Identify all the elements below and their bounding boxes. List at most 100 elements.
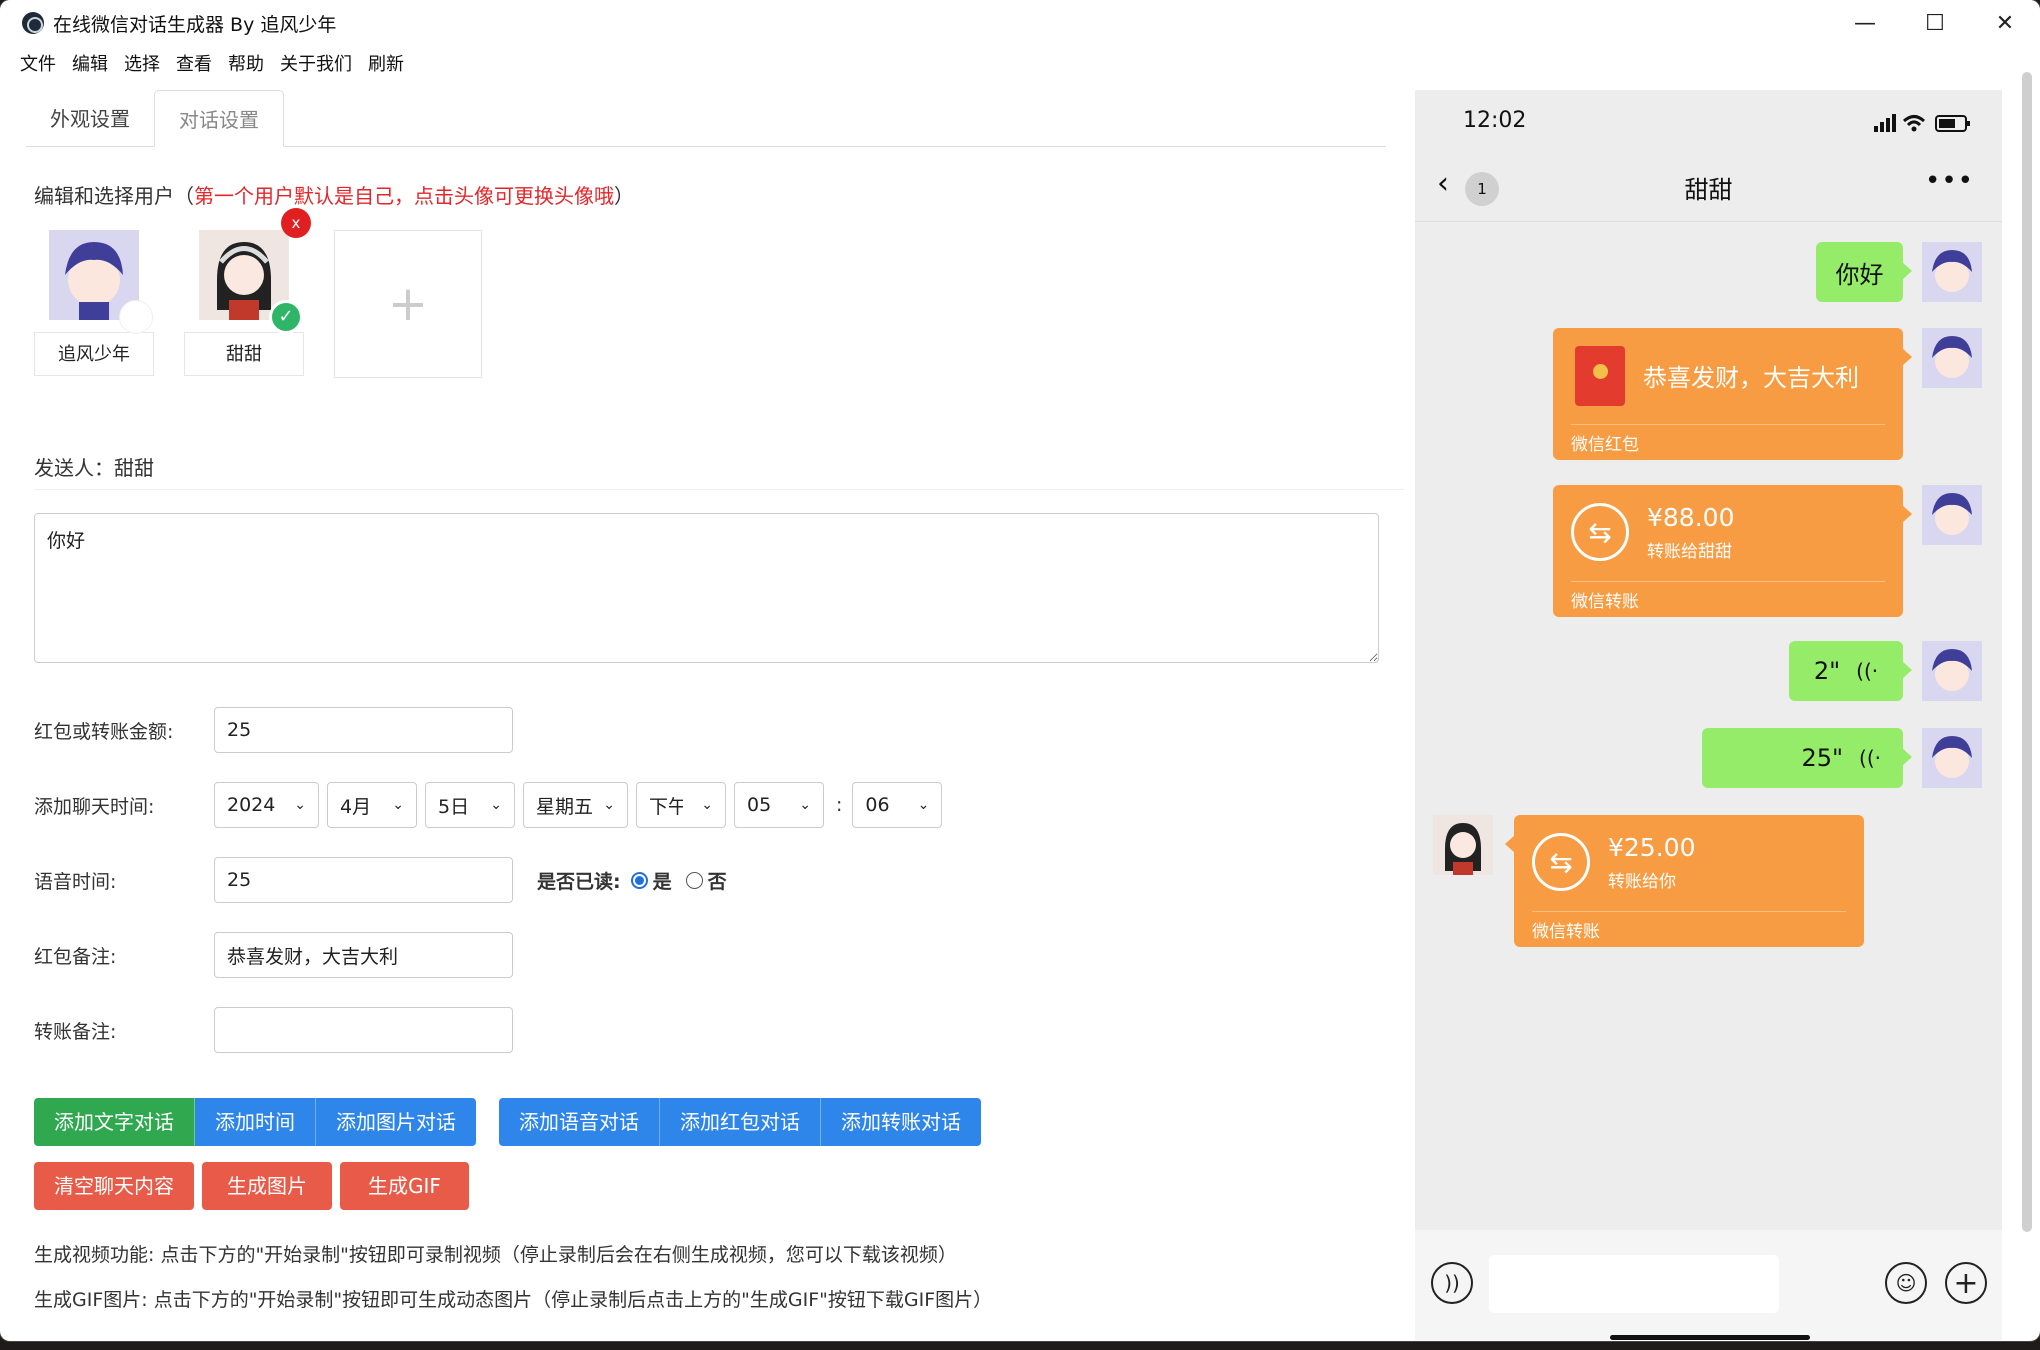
add-image-button[interactable]: 添加图片对话 <box>316 1098 476 1146</box>
radio-dot <box>685 871 703 889</box>
select-circle[interactable] <box>119 300 153 334</box>
hongbao-message: 恭喜发财，大吉大利 微信红包 <box>1553 328 1912 460</box>
avatar <box>1433 815 1493 875</box>
chat-title: 甜甜 <box>1684 176 1733 204</box>
transfer-amount: ¥25.00 <box>1608 833 1696 862</box>
avatar-boy-icon <box>1922 641 1982 701</box>
avatar-boy-icon <box>1922 328 1982 388</box>
avatar[interactable] <box>49 230 153 334</box>
minimize-button[interactable]: — <box>1830 0 1900 46</box>
tab-appearance[interactable]: 外观设置 <box>26 90 154 147</box>
status-icons <box>1874 114 1970 132</box>
chat-header: ‹ 1 甜甜 ••• <box>1415 152 2002 222</box>
ampm-select[interactable]: 下午 ⌄ <box>636 782 726 828</box>
emoji-icon[interactable]: ☺ <box>1885 1262 1927 1304</box>
minute-select[interactable]: 06 ⌄ <box>852 782 943 828</box>
app-window: 在线微信对话生成器 By 追风少年 — ☐ ✕ 文件 编辑 选择 查看 帮助 关… <box>0 0 2040 1341</box>
transfer-amount: ¥88.00 <box>1647 503 1735 532</box>
time-label: 添加聊天时间: <box>34 795 155 818</box>
day-select[interactable]: 5日 ⌄ <box>425 782 515 828</box>
add-user-button[interactable]: + <box>334 230 482 378</box>
user-name: 甜甜 <box>184 332 304 376</box>
minute-value: 06 <box>865 794 890 816</box>
hongbao-note-row: 红包备注: <box>34 932 513 978</box>
close-button[interactable]: ✕ <box>1970 0 2040 46</box>
year-value: 2024 <box>227 794 276 816</box>
user-card[interactable]: x ✓ 甜甜 <box>184 208 311 376</box>
add-hongbao-button[interactable]: 添加红包对话 <box>660 1098 821 1146</box>
transfer-note-row: 转账备注: <box>34 1007 513 1053</box>
user-list: 追风少年 x ✓ 甜甜 + <box>34 208 1404 490</box>
avatar <box>1922 328 1982 388</box>
clear-chat-button[interactable]: 清空聊天内容 <box>34 1162 194 1210</box>
hour-select[interactable]: 05 ⌄ <box>734 782 824 828</box>
gif-info: 生成GIF图片: 点击下方的"开始录制"按钮即可生成动态图片（停止录制后点击上方… <box>34 1289 993 1311</box>
chevron-down-icon: ⌄ <box>701 797 713 813</box>
menu-file[interactable]: 文件 <box>20 50 56 76</box>
hongbao-note-input[interactable] <box>214 932 513 978</box>
transfer-note-input[interactable] <box>214 1007 513 1053</box>
avatar <box>1922 242 1982 302</box>
voice-row: 语音时间: 是否已读: 是 否 <box>34 857 727 903</box>
add-text-button[interactable]: 添加文字对话 <box>34 1098 195 1146</box>
menu-edit[interactable]: 编辑 <box>72 50 108 76</box>
maximize-button[interactable]: ☐ <box>1900 0 1970 46</box>
generate-image-button[interactable]: 生成图片 <box>202 1162 332 1210</box>
phone-clock: 12:02 <box>1463 108 1527 133</box>
avatar[interactable]: x ✓ <box>199 208 311 334</box>
transfer-note-label: 转账备注: <box>34 1020 117 1043</box>
radio-dot <box>630 871 648 889</box>
chat-input-field[interactable] <box>1489 1255 1779 1313</box>
voice-input-icon[interactable]: )) <box>1431 1262 1473 1304</box>
user-card[interactable]: 追风少年 <box>34 230 154 376</box>
read-yes-radio[interactable]: 是 <box>630 867 672 894</box>
hongbao-note-label: 红包备注: <box>34 945 117 968</box>
text-message: 你好 <box>1816 242 1912 302</box>
day-value: 5日 <box>438 795 470 818</box>
weekday-value: 星期五 <box>536 795 594 818</box>
month-select[interactable]: 4月 ⌄ <box>327 782 417 828</box>
chevron-down-icon: ⌄ <box>603 797 615 813</box>
divider <box>1571 581 1885 582</box>
amount-input[interactable] <box>214 707 513 753</box>
sender-name: 甜甜 <box>114 456 154 480</box>
divider <box>1571 424 1885 425</box>
settings-panel: 外观设置 对话设置 编辑和选择用户（第一个用户默认是自己，点击头像可更换头像哦）… <box>26 90 1404 1340</box>
generate-gif-button[interactable]: 生成GIF <box>340 1162 469 1210</box>
voice-label: 语音时间: <box>34 870 117 893</box>
app-logo-icon <box>22 12 44 34</box>
menu-about[interactable]: 关于我们 <box>280 50 352 76</box>
menu-view[interactable]: 查看 <box>176 50 212 76</box>
avatar <box>1922 728 1982 788</box>
more-icon[interactable]: ••• <box>1925 166 1974 196</box>
voice-input[interactable] <box>214 857 513 903</box>
red-packet-icon <box>1575 346 1625 406</box>
hongbao-footer: 微信红包 <box>1571 435 1639 455</box>
transfer-footer: 微信转账 <box>1571 592 1639 612</box>
add-time-button[interactable]: 添加时间 <box>195 1098 316 1146</box>
sender-label: 发送人： <box>34 456 114 480</box>
transfer-message: ⇆ ¥25.00 转账给你 微信转账 <box>1505 815 1864 947</box>
message-textarea[interactable] <box>34 513 1379 663</box>
menu-help[interactable]: 帮助 <box>228 50 264 76</box>
plus-icon[interactable]: + <box>1945 1262 1987 1304</box>
voice-duration: 2" <box>1813 657 1841 685</box>
menu-refresh[interactable]: 刷新 <box>368 50 404 76</box>
delete-user-button[interactable]: x <box>281 208 311 238</box>
read-no-radio[interactable]: 否 <box>685 867 727 894</box>
transfer-icon: ⇆ <box>1532 833 1590 891</box>
chat-input-bar: )) ☺ + <box>1415 1230 2002 1340</box>
tab-bar: 外观设置 对话设置 <box>26 90 1386 147</box>
year-select[interactable]: 2024 ⌄ <box>214 782 319 828</box>
weekday-select[interactable]: 星期五 ⌄ <box>523 782 628 828</box>
transfer-footer: 微信转账 <box>1532 922 1600 942</box>
phone-preview: 12:02 ‹ 1 甜甜 ••• 你好 恭喜发财，大吉大利 微信红包 ⇆ ¥88… <box>1415 90 2002 1340</box>
add-voice-button[interactable]: 添加语音对话 <box>499 1098 660 1146</box>
phone-status-bar: 12:02 <box>1415 90 2002 152</box>
add-transfer-button[interactable]: 添加转账对话 <box>821 1098 981 1146</box>
ampm-value: 下午 <box>649 795 683 818</box>
tab-dialog[interactable]: 对话设置 <box>154 90 284 147</box>
menu-select[interactable]: 选择 <box>124 50 160 76</box>
selected-check-icon[interactable]: ✓ <box>269 300 303 334</box>
scrollbar[interactable] <box>2022 72 2032 1232</box>
